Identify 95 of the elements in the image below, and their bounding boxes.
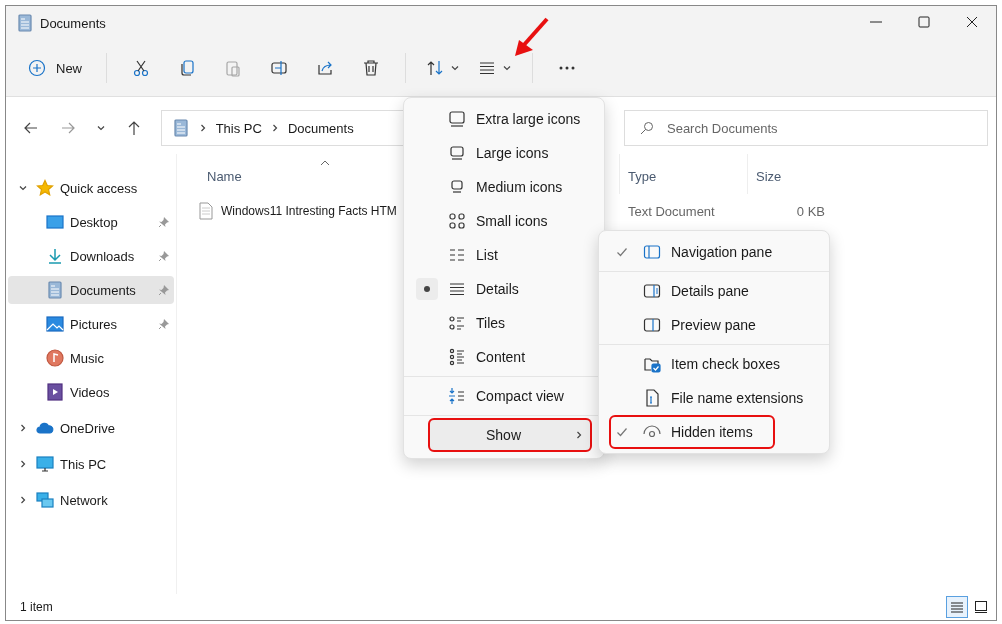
music-icon (46, 349, 64, 367)
chevron-down-icon (18, 183, 28, 193)
compact-icon (448, 387, 466, 405)
pin-icon (158, 250, 170, 262)
checkmark-icon (616, 426, 628, 438)
menu-item[interactable]: Navigation pane (603, 235, 825, 269)
search-field[interactable]: Search Documents (624, 110, 988, 146)
sort-arrows-icon (426, 59, 444, 77)
sidebar-item[interactable]: Quick access (8, 174, 174, 202)
chevron-right-icon (18, 459, 28, 469)
chevron-right-icon (18, 495, 28, 505)
menu-item[interactable]: Small icons (408, 204, 600, 238)
menu-item[interactable]: Item check boxes (603, 347, 825, 381)
star-icon (36, 179, 54, 197)
column-header[interactable]: Size (747, 154, 833, 194)
pane-icon (643, 243, 661, 261)
pin-icon (158, 284, 170, 296)
copy-icon (178, 59, 196, 77)
file-type: Text Document (627, 203, 716, 219)
file-icon (643, 389, 661, 407)
chevron-down-icon (96, 123, 107, 133)
text-file-icon (199, 202, 213, 220)
menu-item[interactable]: Tiles (408, 306, 600, 340)
monitor-icon (36, 455, 54, 473)
bullet-icon (424, 286, 430, 292)
window-title: Documents (40, 15, 106, 31)
list-icon (448, 246, 466, 264)
sidebar-item[interactable]: Desktop (8, 208, 174, 236)
menu-item[interactable]: Medium icons (408, 170, 600, 204)
lines-icon (950, 600, 964, 614)
search-icon (640, 121, 654, 135)
file-size: 0 KB (795, 203, 826, 219)
menu-item[interactable]: List (408, 238, 600, 272)
chevron-down-icon (502, 63, 512, 73)
forward-arrow-icon (60, 120, 77, 136)
pane-icon (643, 316, 661, 334)
sidebar-item[interactable]: Network (8, 486, 174, 514)
monitor-icon (448, 178, 466, 196)
show-menu-item[interactable]: Show (428, 418, 592, 452)
rename-icon (270, 59, 288, 77)
download-icon (46, 247, 64, 265)
picture-icon (46, 315, 64, 333)
close-icon (966, 16, 978, 28)
plus-circle-icon (28, 59, 46, 77)
share-icon (316, 59, 334, 77)
menu-item[interactable]: File name extensions (603, 381, 825, 415)
window-icon (974, 600, 988, 614)
column-header[interactable]: Type (619, 154, 747, 194)
sort-up-icon (320, 160, 330, 166)
minimize-icon (870, 21, 882, 23)
sidebar-item[interactable]: Music (8, 344, 174, 372)
network-icon (36, 491, 54, 509)
monitor-icon (448, 110, 466, 128)
menu-item[interactable]: Compact view (408, 379, 600, 413)
breadcrumb-link[interactable]: This PC (215, 120, 262, 136)
maximize-icon (918, 16, 930, 28)
checkmark-icon (616, 246, 628, 258)
sidebar-item[interactable]: Videos (8, 378, 174, 406)
menu-item[interactable]: Content (408, 340, 600, 374)
pane-icon (643, 282, 661, 300)
trash-icon (362, 59, 380, 77)
new-button[interactable]: New (20, 50, 92, 86)
tiles-icon (448, 314, 466, 332)
paste-icon (224, 59, 242, 77)
menu-item[interactable]: Details pane (603, 274, 825, 308)
monitor-icon (448, 144, 466, 162)
item-count: 1 item (20, 600, 53, 614)
chevron-right-icon (574, 430, 584, 440)
sidebar-item[interactable]: OneDrive (8, 414, 174, 442)
desktop-icon (46, 213, 64, 231)
sidebar-item[interactable]: Documents (8, 276, 174, 304)
lines-icon (448, 280, 466, 298)
back-arrow-icon (22, 120, 39, 136)
scissors-icon (132, 59, 150, 77)
menu-item[interactable]: Preview pane (603, 308, 825, 342)
sidebar-item[interactable]: This PC (8, 450, 174, 478)
document-icon (171, 119, 190, 137)
content-icon (448, 348, 466, 366)
video-icon (46, 383, 64, 401)
checkbox-icon (643, 355, 661, 373)
pin-icon (158, 318, 170, 330)
sidebar-item[interactable]: Pictures (8, 310, 174, 338)
menu-item[interactable]: Details (408, 272, 600, 306)
document-icon (16, 14, 34, 32)
chevron-down-icon (450, 63, 460, 73)
file-name[interactable]: Windows11 Intresting Facts HTM (221, 204, 397, 218)
sidebar-item[interactable]: Downloads (8, 242, 174, 270)
breadcrumb-link[interactable]: Documents (287, 120, 354, 136)
chevron-right-icon (18, 423, 28, 433)
grid-icon (448, 212, 466, 230)
document-icon (46, 281, 64, 299)
pin-icon (158, 216, 170, 228)
menu-item[interactable]: Hidden items (609, 415, 775, 449)
more-icon (559, 66, 575, 70)
lines-icon (478, 59, 496, 77)
